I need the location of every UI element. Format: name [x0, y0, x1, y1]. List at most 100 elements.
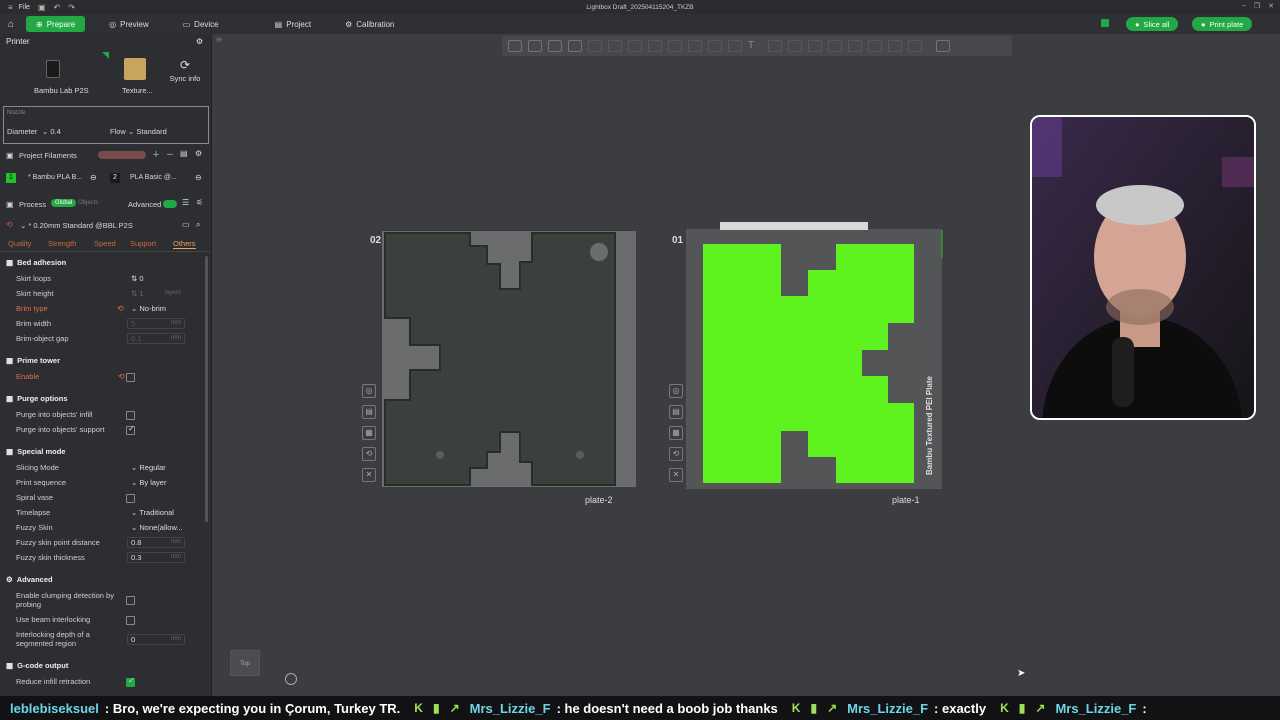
- plate-settings-icon[interactable]: ◎: [669, 384, 683, 398]
- sync-info-button[interactable]: ⟳ Sync info: [164, 58, 206, 98]
- print-plate-button[interactable]: ● Print plate: [1192, 17, 1253, 31]
- panel-collapse-icon[interactable]: ⊖: [216, 36, 222, 44]
- tool-icon[interactable]: [888, 40, 902, 52]
- plate-lock-icon[interactable]: ▤: [669, 405, 683, 419]
- maximize-icon[interactable]: ❐: [1254, 2, 1260, 10]
- fuzzy-skin-select[interactable]: ⌄ None(allow...: [127, 522, 185, 533]
- slicing-mode-select[interactable]: ⌄ Regular: [127, 462, 185, 473]
- preset-reset-icon[interactable]: ⟲: [6, 220, 13, 229]
- tab-support[interactable]: Support: [130, 239, 156, 248]
- global-toggle[interactable]: Global: [51, 199, 77, 207]
- close-icon[interactable]: ✕: [1268, 2, 1274, 10]
- save-icon[interactable]: ▣: [38, 3, 46, 12]
- process-preset-row[interactable]: ⟲ ⌄ * 0.20mm Standard @BBL P2S ▭ ⌕: [6, 220, 208, 232]
- tab-quality[interactable]: Quality: [8, 239, 31, 248]
- tool-icon[interactable]: [768, 40, 782, 52]
- camera-reset-icon[interactable]: [285, 673, 297, 685]
- tool-icon[interactable]: [828, 40, 842, 52]
- list-icon[interactable]: ☰: [182, 198, 189, 207]
- gear-icon[interactable]: ⚙: [196, 37, 203, 46]
- plate-delete-icon[interactable]: ✕: [362, 468, 376, 482]
- spinner-icon[interactable]: ⇅: [131, 274, 137, 283]
- tool-icon[interactable]: [788, 40, 802, 52]
- grid-icon[interactable]: [528, 40, 542, 52]
- print-sequence-select[interactable]: ⌄ By layer: [127, 477, 185, 488]
- preset-save-icon[interactable]: ▭: [182, 220, 190, 229]
- layout-toggle-icon[interactable]: [1101, 19, 1109, 27]
- minimize-icon[interactable]: –: [1242, 2, 1246, 10]
- plate-arrange-icon[interactable]: ▦: [669, 426, 683, 440]
- filament-settings-icon[interactable]: ⚙: [195, 149, 202, 158]
- tab-calibration[interactable]: ⚙ Calibration: [335, 16, 404, 32]
- file-menu[interactable]: File: [19, 4, 30, 11]
- plate-arrange-icon[interactable]: ▦: [362, 426, 376, 440]
- picture-icon[interactable]: [548, 40, 562, 52]
- enable-prime-tower-checkbox[interactable]: [126, 373, 135, 382]
- interlock-depth-input[interactable]: 0 mm: [127, 634, 185, 645]
- fuzzy-thickness-input[interactable]: 0.3 mm: [127, 552, 185, 563]
- tool-icon[interactable]: [728, 40, 742, 52]
- tool-icon[interactable]: [848, 40, 862, 52]
- slice-all-button[interactable]: ● Slice all: [1126, 17, 1179, 31]
- home-icon[interactable]: ⌂: [0, 14, 22, 34]
- text-tool-icon[interactable]: T: [748, 40, 762, 52]
- assembly-icon[interactable]: [936, 40, 950, 52]
- filament-sync-pill[interactable]: [98, 151, 146, 159]
- preset-select[interactable]: ⌄ * 0.20mm Standard @BBL P2S: [20, 221, 133, 230]
- menu-icon[interactable]: ≡: [8, 3, 13, 12]
- redo-icon[interactable]: ↷: [68, 3, 75, 12]
- tool-icon[interactable]: [808, 40, 822, 52]
- tool-icon[interactable]: [868, 40, 882, 52]
- tool-icon[interactable]: [608, 40, 622, 52]
- spiral-vase-checkbox[interactable]: [126, 494, 135, 503]
- spinner-icon[interactable]: ⇅: [131, 289, 137, 298]
- settings-scrollbar[interactable]: [205, 256, 208, 522]
- tool-icon[interactable]: [668, 40, 682, 52]
- tab-project[interactable]: ▤ Project: [265, 16, 321, 32]
- add-filament-icon[interactable]: ＋: [152, 149, 160, 160]
- plate-settings-icon[interactable]: ◎: [362, 384, 376, 398]
- plate-delete-icon[interactable]: ✕: [669, 468, 683, 482]
- build-plates[interactable]: 02 plate-2 Bambu Textured PEI Plate 01 p…: [355, 220, 955, 510]
- diameter-select[interactable]: ⌄ 0.4: [42, 127, 61, 136]
- tab-preview[interactable]: ◎ Preview: [99, 16, 158, 32]
- brim-type-select[interactable]: ⌄ No-brim: [127, 303, 185, 314]
- tool-icon[interactable]: [628, 40, 642, 52]
- tab-strength[interactable]: Strength: [48, 239, 76, 248]
- brim-width-input[interactable]: 5 mm: [127, 318, 185, 329]
- sliders-icon[interactable]: ⚟: [196, 198, 203, 207]
- purge-support-checkbox[interactable]: [126, 424, 135, 435]
- enable-reset-icon[interactable]: ⟲: [118, 372, 125, 381]
- tool-icon[interactable]: [588, 40, 602, 52]
- plate-orient-icon[interactable]: ⟲: [669, 447, 683, 461]
- plate-lock-icon[interactable]: ▤: [362, 405, 376, 419]
- advanced-switch[interactable]: [163, 200, 177, 208]
- tool-icon[interactable]: [908, 40, 922, 52]
- remove-filament-icon[interactable]: －: [166, 149, 174, 160]
- tab-others[interactable]: Others: [173, 239, 196, 249]
- skirt-height-input[interactable]: ⇅ 1 layers: [127, 288, 185, 299]
- tab-prepare[interactable]: ⊕ Prepare: [26, 16, 86, 32]
- filament-1-name[interactable]: * Bambu PLA B...: [28, 174, 82, 181]
- filament-edit-icon[interactable]: ▤: [180, 149, 188, 158]
- skirt-loops-input[interactable]: ⇅ 0: [127, 273, 185, 284]
- filament-1-edit-icon[interactable]: ⊖: [90, 173, 97, 182]
- view-cube[interactable]: Top: [230, 650, 260, 676]
- printer-card[interactable]: Bambu Lab P2S: [22, 52, 104, 100]
- brim-gap-input[interactable]: 0.1 mm: [127, 333, 185, 344]
- filament-2-edit-icon[interactable]: ⊖: [195, 173, 202, 182]
- timelapse-select[interactable]: ⌄ Traditional: [127, 507, 185, 518]
- clumping-checkbox[interactable]: [126, 596, 135, 605]
- fuzzy-distance-input[interactable]: 0.8 mm: [127, 537, 185, 548]
- plate-card[interactable]: Texture...: [112, 52, 160, 100]
- objects-toggle[interactable]: Objects: [78, 200, 98, 206]
- layers-icon[interactable]: [568, 40, 582, 52]
- filament-2-name[interactable]: PLA Basic @...: [130, 174, 177, 181]
- filament-row[interactable]: 1 * Bambu PLA B... ⊖ 2 PLA Basic @... ⊖: [6, 173, 208, 185]
- reduce-infill-checkbox[interactable]: [126, 676, 135, 687]
- add-object-icon[interactable]: [508, 40, 522, 52]
- undo-icon[interactable]: ↶: [54, 3, 61, 12]
- tool-icon[interactable]: [688, 40, 702, 52]
- beam-interlocking-checkbox[interactable]: [126, 616, 135, 625]
- flow-select[interactable]: ⌄ Standard: [128, 127, 167, 136]
